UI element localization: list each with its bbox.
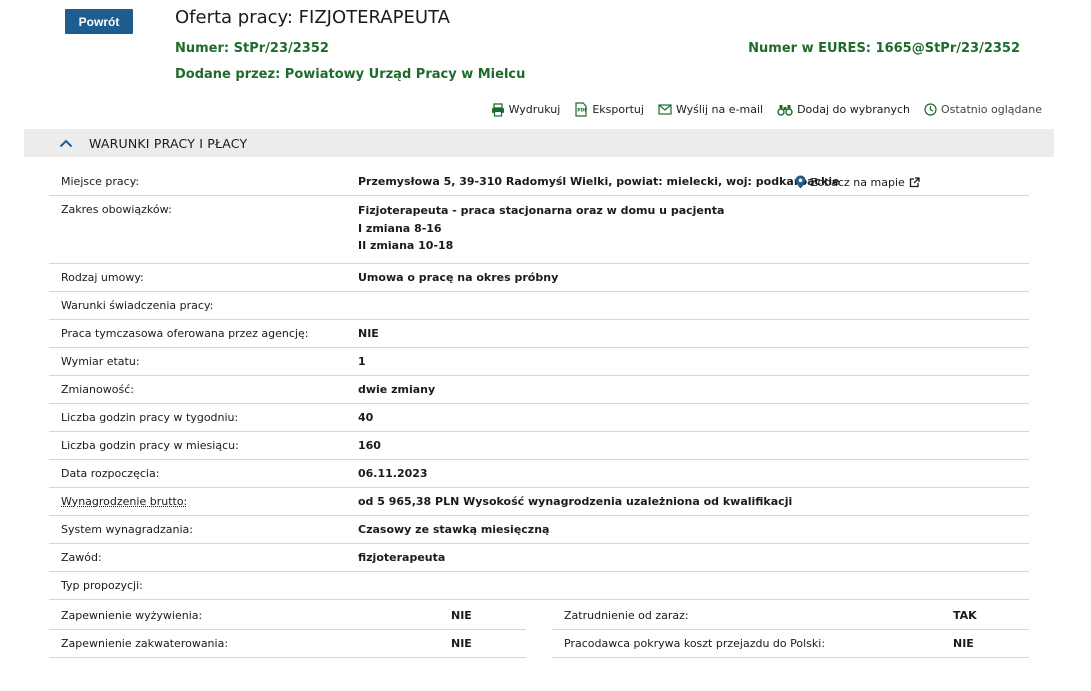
row-label: Typ propozycji:: [61, 579, 143, 592]
table-row: Miejsce pracy: Przemysłowa 5, 39-310 Rad…: [49, 167, 1029, 196]
print-action[interactable]: Wydrukuj: [491, 102, 561, 117]
table-row: Zakres obowiązków: Fizjoterapeuta - prac…: [49, 196, 1029, 264]
pair-row-left: Zapewnienie zakwaterowania: NIE: [49, 630, 526, 658]
row-label[interactable]: Wynagrodzenie brutto:: [61, 495, 358, 508]
table-row: Liczba godzin pracy w tygodniu: 40: [49, 404, 1029, 432]
table-row: Liczba godzin pracy w miesiącu: 160: [49, 432, 1029, 460]
row-value: 1: [358, 355, 366, 368]
table-row: Wymiar etatu: 1: [49, 348, 1029, 376]
add-to-selected-action[interactable]: Dodaj do wybranych: [777, 103, 910, 116]
row-label: Warunki świadczenia pracy:: [61, 299, 214, 312]
row-label: Zakres obowiązków:: [61, 203, 172, 216]
section-toggle-warunki[interactable]: WARUNKI PRACY I PŁACY: [24, 129, 1054, 157]
pair-value: TAK: [953, 609, 977, 622]
pair-label: Zatrudnienie od zaraz:: [564, 609, 689, 622]
row-value: od 5 965,38 PLN Wysokość wynagrodzenia u…: [358, 495, 793, 508]
row-value: 06.11.2023: [358, 467, 428, 480]
add-to-selected-label: Dodaj do wybranych: [797, 103, 911, 116]
row-value: 160: [358, 439, 381, 452]
duty-line: Fizjoterapeuta - praca stacjonarna oraz …: [358, 204, 725, 217]
recently-viewed-label: Ostatnio oglądane: [941, 103, 1042, 116]
map-link-label: Zobacz na mapie: [810, 175, 905, 189]
details-table: Miejsce pracy: Przemysłowa 5, 39-310 Rad…: [49, 167, 1029, 600]
eures-number-label: Numer w EURES:: [748, 41, 871, 56]
row-label: Liczba godzin pracy w tygodniu:: [61, 411, 239, 424]
added-by-label: Dodane przez:: [175, 67, 281, 82]
email-action[interactable]: Wyślij na e-mail: [658, 103, 763, 116]
duty-line: II zmiana 10-18: [358, 239, 454, 252]
print-label: Wydrukuj: [508, 103, 561, 116]
row-value: Fizjoterapeuta - praca stacjonarna oraz …: [358, 202, 724, 255]
action-toolbar: Wydrukuj PDF Eksportuj Wyślij na e-mail …: [491, 102, 1042, 117]
envelope-icon: [658, 104, 672, 115]
table-row: Zawód: fizjoterapeuta: [49, 544, 1029, 572]
pair-label: Pracodawca pokrywa koszt przejazdu do Po…: [564, 637, 826, 650]
eures-number-value: 1665@StPr/23/2352: [875, 41, 1020, 56]
row-value: Umowa o pracę na okres próbny: [358, 271, 559, 284]
binoculars-icon: [777, 105, 793, 116]
table-row: Warunki świadczenia pracy:: [49, 292, 1029, 320]
duty-line: I zmiana 8-16: [358, 221, 442, 235]
added-by-value: Powiatowy Urząd Pracy w Mielcu: [284, 67, 526, 82]
pair-row-left: Zapewnienie wyżywienia: NIE: [49, 602, 526, 630]
external-link-icon: [909, 176, 920, 187]
row-label: Zawód:: [61, 551, 102, 564]
row-label: Rodzaj umowy:: [61, 271, 144, 284]
row-label: Liczba godzin pracy w miesiącu:: [61, 439, 239, 452]
svg-text:PDF: PDF: [578, 108, 588, 114]
row-label: Wymiar etatu:: [61, 355, 140, 368]
map-pin-icon: [795, 175, 806, 189]
row-value: fizjoterapeuta: [358, 551, 446, 564]
pair-row-right: Pracodawca pokrywa koszt przejazdu do Po…: [552, 630, 1029, 658]
offer-number-label: Numer:: [175, 41, 230, 56]
row-label: Zmianowość:: [61, 383, 134, 396]
pair-label: Zapewnienie zakwaterowania:: [61, 637, 229, 650]
table-row: Data rozpoczęcia: 06.11.2023: [49, 460, 1029, 488]
pdf-export-icon: PDF: [575, 102, 588, 117]
chevron-up-icon: [59, 139, 73, 147]
row-label: Miejsce pracy:: [61, 175, 140, 188]
row-value: Przemysłowa 5, 39-310 Radomyśl Wielki, p…: [358, 175, 840, 188]
pair-value: NIE: [953, 637, 974, 650]
back-button[interactable]: Powrót: [65, 9, 133, 34]
row-label: Data rozpoczęcia:: [61, 467, 160, 480]
pair-label: Zapewnienie wyżywienia:: [61, 609, 203, 622]
export-label: Eksportuj: [592, 103, 644, 116]
section-title: WARUNKI PRACY I PŁACY: [89, 135, 248, 151]
clock-icon: [924, 103, 937, 116]
table-row: Zmianowość: dwie zmiany: [49, 376, 1029, 404]
table-row: Wynagrodzenie brutto: od 5 965,38 PLN Wy…: [49, 488, 1029, 516]
table-row: Typ propozycji:: [49, 572, 1029, 600]
email-label: Wyślij na e-mail: [675, 103, 764, 116]
offer-number: Numer: StPr/23/2352: [175, 41, 329, 56]
added-by: Dodane przez: Powiatowy Urząd Pracy w Mi…: [175, 67, 525, 82]
printer-icon: [491, 102, 504, 117]
row-value: 40: [358, 411, 374, 424]
row-label: Praca tymczasowa oferowana przez agencję…: [61, 327, 309, 340]
export-action[interactable]: PDF Eksportuj: [574, 102, 644, 117]
recently-viewed-action[interactable]: Ostatnio oglądane: [924, 103, 1042, 116]
table-row: Rodzaj umowy: Umowa o pracę na okres pró…: [49, 264, 1029, 292]
page-title: Oferta pracy: FIZJOTERAPEUTA: [175, 7, 450, 28]
eures-number: Numer w EURES: 1665@StPr/23/2352: [748, 41, 1020, 56]
map-link[interactable]: Zobacz na mapie: [795, 175, 920, 189]
row-value: dwie zmiany: [358, 383, 436, 396]
row-value: Czasowy ze stawką miesięczną: [358, 523, 550, 536]
pair-row-right: Zatrudnienie od zaraz: TAK: [552, 602, 1029, 630]
row-value: NIE: [358, 327, 379, 340]
table-row: Praca tymczasowa oferowana przez agencję…: [49, 320, 1029, 348]
row-label: System wynagradzania:: [61, 523, 193, 536]
table-row: System wynagradzania: Czasowy ze stawką …: [49, 516, 1029, 544]
offer-number-value: StPr/23/2352: [233, 41, 329, 56]
pair-value: NIE: [451, 609, 472, 622]
pair-value: NIE: [451, 637, 472, 650]
